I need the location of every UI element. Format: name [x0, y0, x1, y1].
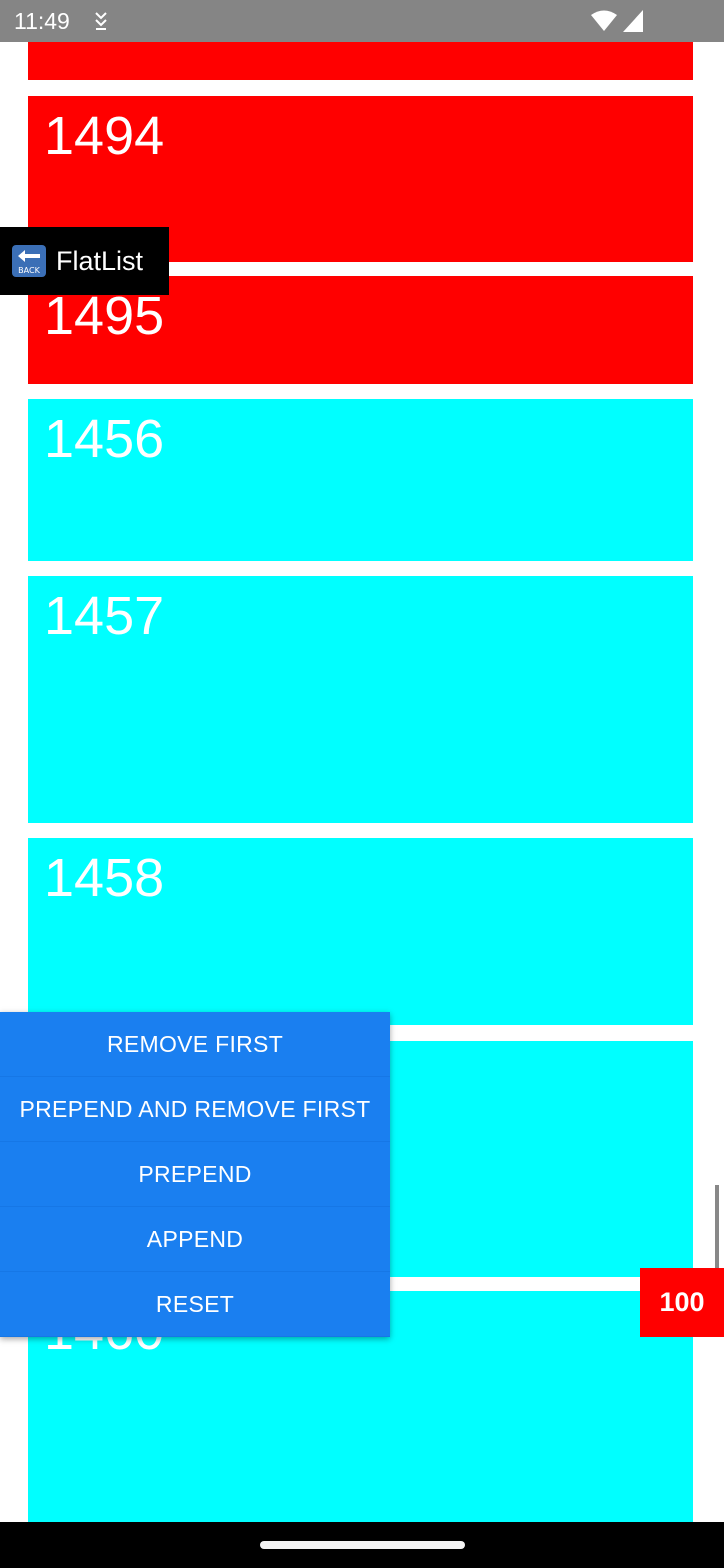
- battery-icon: [623, 10, 643, 32]
- list-item-label: 1494: [44, 106, 165, 166]
- back-icon-text: BACK: [18, 266, 40, 275]
- list-item-label: 1457: [44, 586, 165, 646]
- list-item[interactable]: 1458: [28, 838, 693, 1025]
- status-time: 11:49: [14, 8, 70, 34]
- prepend-button[interactable]: PREPEND: [0, 1142, 390, 1207]
- scrollbar-thumb[interactable]: [715, 1185, 719, 1280]
- back-arrow-icon: BACK: [12, 245, 46, 277]
- back-button[interactable]: BACK FlatList: [0, 227, 169, 295]
- reset-button[interactable]: RESET: [0, 1272, 390, 1337]
- list-item[interactable]: 1457: [28, 576, 693, 823]
- prepend-and-remove-first-button[interactable]: PREPEND AND REMOVE FIRST: [0, 1077, 390, 1142]
- list-item-label: 1458: [44, 848, 165, 908]
- download-icon: [95, 12, 107, 30]
- home-handle[interactable]: [260, 1541, 465, 1549]
- action-panel: REMOVE FIRST PREPEND AND REMOVE FIRST PR…: [0, 1012, 390, 1337]
- list-item-label: 1456: [44, 409, 165, 469]
- status-bar: 11:49: [0, 0, 724, 42]
- append-button[interactable]: APPEND: [0, 1207, 390, 1272]
- list-item[interactable]: 1456: [28, 399, 693, 561]
- remove-first-button[interactable]: REMOVE FIRST: [0, 1012, 390, 1077]
- item-count-badge: 100: [640, 1268, 724, 1337]
- back-label: FlatList: [56, 245, 144, 276]
- navigation-bar: [0, 1522, 724, 1568]
- wifi-icon: [591, 10, 617, 31]
